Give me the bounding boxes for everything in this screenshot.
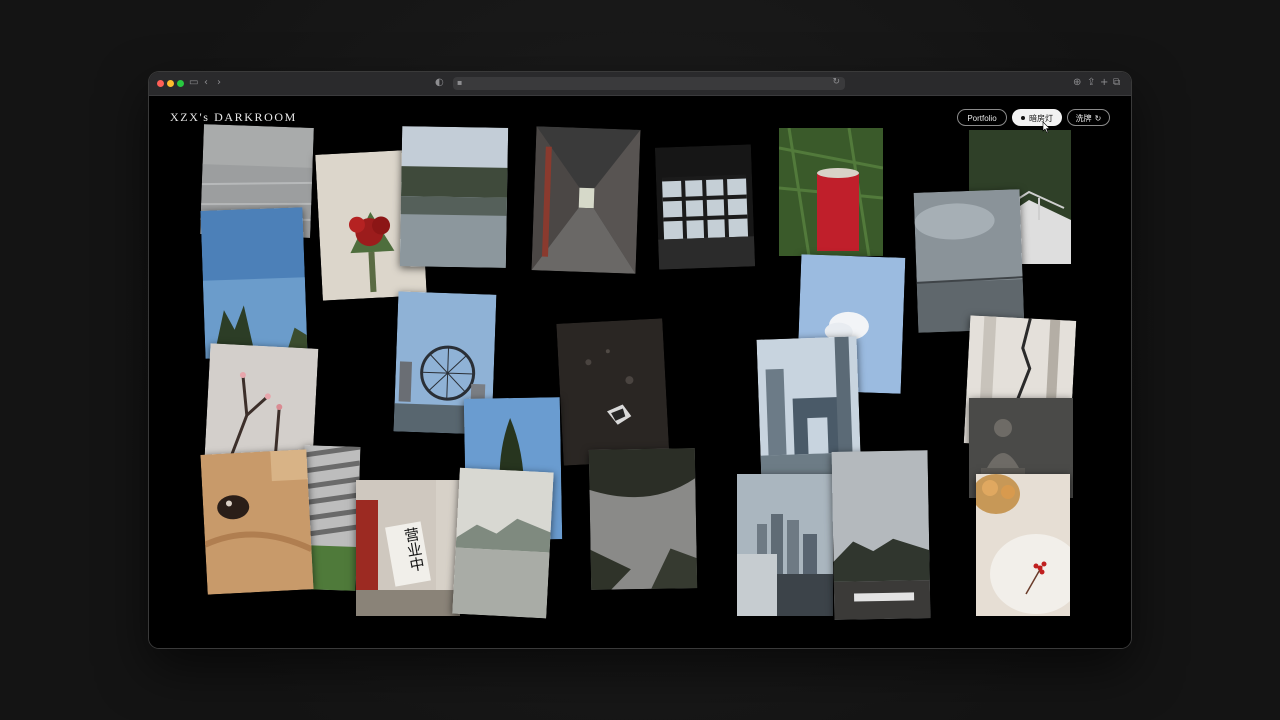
photo-cloudy-sky[interactable] bbox=[831, 450, 931, 620]
shuffle-label: 洗牌 bbox=[1075, 114, 1092, 123]
back-icon[interactable]: ‹ bbox=[204, 77, 208, 89]
photo-blue-sky-tree[interactable] bbox=[200, 207, 308, 359]
darkroom-light-button[interactable]: 暗房灯 bbox=[1012, 109, 1062, 126]
photo-grey-sky-sea[interactable] bbox=[913, 189, 1025, 333]
photo-arcade-corridor[interactable] bbox=[531, 126, 641, 274]
zoom-window-button[interactable] bbox=[177, 80, 184, 87]
portfolio-label: Portfolio bbox=[967, 114, 997, 123]
photo-dark-branches[interactable] bbox=[588, 448, 698, 590]
site-logo[interactable]: XZX's DARKROOM bbox=[170, 110, 297, 125]
reader-icon[interactable]: ◐ bbox=[435, 77, 444, 89]
browser-window: ▭ ‹ › ◐ ▪ ↻ ⊕ ⇪ + ⧉ 营业中 XZX's DARKROOM P… bbox=[149, 72, 1131, 648]
photo-plate-berries[interactable] bbox=[976, 474, 1070, 616]
active-dot-icon bbox=[1021, 116, 1025, 120]
reload-icon[interactable]: ↻ bbox=[832, 77, 840, 87]
photo-red-candle-grass[interactable] bbox=[779, 128, 883, 256]
minimize-window-button[interactable] bbox=[167, 80, 174, 87]
close-window-button[interactable] bbox=[157, 80, 164, 87]
shuffle-button[interactable]: 洗牌 ↻ bbox=[1067, 109, 1110, 126]
photo-window-frames[interactable] bbox=[654, 144, 756, 270]
pointer-cursor-icon bbox=[1042, 122, 1050, 133]
browser-toolbar: ▭ ‹ › ◐ ▪ ↻ ⊕ ⇪ + ⧉ bbox=[149, 72, 1131, 96]
new-tab-icon[interactable]: + bbox=[1100, 77, 1108, 89]
lock-icon: ▪ bbox=[457, 78, 463, 87]
tab-overview-icon[interactable]: ⧉ bbox=[1113, 77, 1120, 89]
photo-lake-reflection[interactable] bbox=[399, 126, 509, 268]
photo-misty-lake[interactable] bbox=[452, 467, 554, 619]
portfolio-button[interactable]: Portfolio bbox=[957, 109, 1007, 126]
address-bar[interactable]: ▪ ↻ bbox=[453, 77, 845, 90]
photo-dark-ground[interactable] bbox=[556, 318, 670, 466]
refresh-icon: ↻ bbox=[1094, 114, 1102, 123]
photo-rabbit-closeup[interactable] bbox=[200, 449, 314, 595]
photo-shop-sign[interactable]: 营业中 bbox=[356, 480, 460, 616]
extension-icon[interactable]: ⊕ bbox=[1073, 77, 1081, 89]
darkroom-canvas: 营业中 XZX's DARKROOM Portfolio 暗房灯 洗牌 ↻ bbox=[149, 96, 1131, 648]
share-icon[interactable]: ⇪ bbox=[1087, 77, 1095, 89]
sidebar-icon[interactable]: ▭ bbox=[189, 77, 198, 89]
photo-city-skyline[interactable] bbox=[737, 474, 833, 616]
forward-icon[interactable]: › bbox=[217, 77, 221, 89]
